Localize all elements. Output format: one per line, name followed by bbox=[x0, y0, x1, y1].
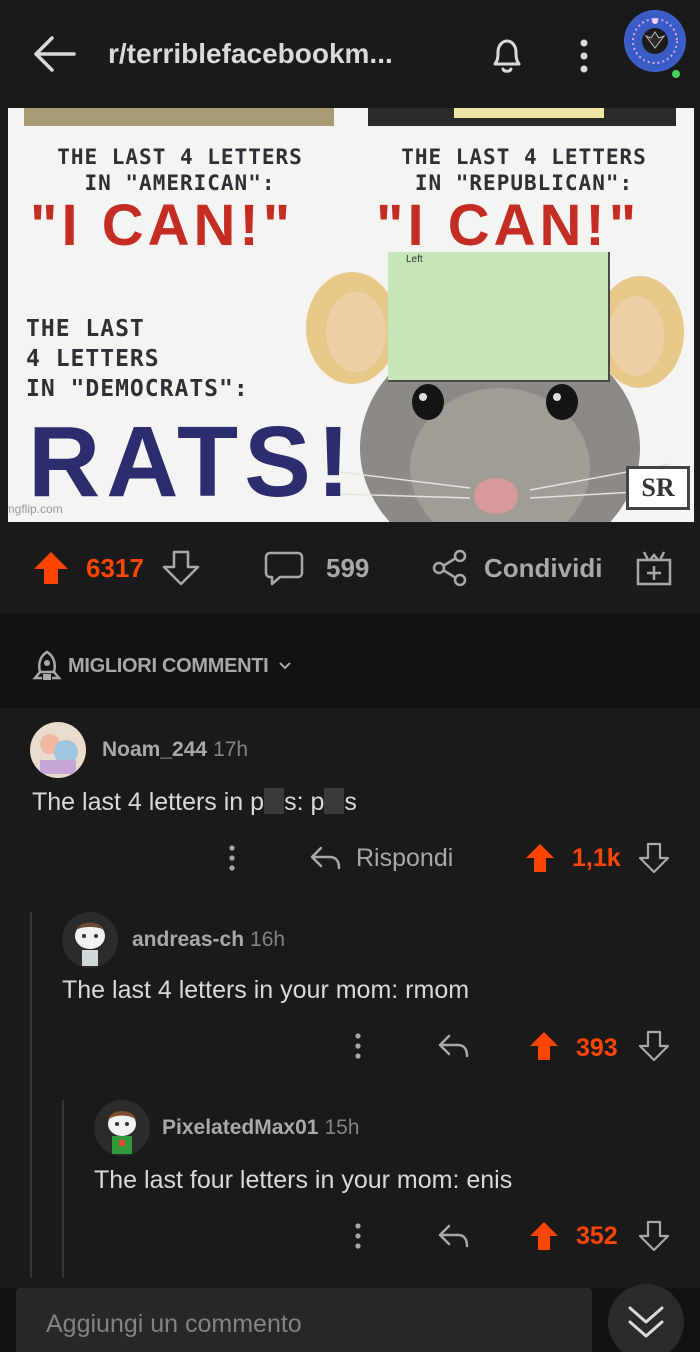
next-comment-button[interactable] bbox=[608, 1284, 684, 1352]
more-vertical-icon bbox=[580, 39, 588, 73]
post-image[interactable]: THE LAST 4 LETTERS IN "AMERICAN": "I CAN… bbox=[0, 108, 700, 522]
censor-block bbox=[324, 788, 345, 814]
comment-count: 599 bbox=[326, 552, 370, 583]
comment-sort-dropdown[interactable]: MIGLIORI COMMENTI bbox=[32, 650, 292, 682]
avatar-noam-image bbox=[30, 722, 86, 778]
gift-icon bbox=[636, 551, 672, 586]
downvote-button[interactable] bbox=[162, 522, 200, 614]
upvote-arrow-icon bbox=[526, 844, 554, 872]
upvote-count: 6317 bbox=[86, 552, 144, 583]
comment-author[interactable]: PixelatedMax01 15h bbox=[162, 1116, 359, 1140]
comment-upvote-button[interactable] bbox=[528, 1220, 560, 1257]
add-comment-input[interactable] bbox=[16, 1288, 592, 1352]
notifications-button[interactable] bbox=[484, 32, 530, 78]
downvote-arrow-icon bbox=[638, 1030, 670, 1062]
online-status-dot bbox=[670, 68, 682, 80]
subreddit-title[interactable]: r/terriblefacebookm... bbox=[108, 38, 393, 70]
comment-vote-count: 1,1k bbox=[572, 844, 621, 872]
chevron-down-icon bbox=[279, 662, 292, 670]
comment-upvote-button[interactable] bbox=[528, 1030, 560, 1067]
comment-more-button[interactable] bbox=[344, 1030, 372, 1067]
sort-label: MIGLIORI COMMENTI bbox=[68, 654, 269, 677]
reply-label[interactable]: Rispondi bbox=[356, 844, 453, 873]
comment-composer-bar bbox=[0, 1288, 700, 1352]
comment-sort-bar: MIGLIORI COMMENTI bbox=[0, 614, 700, 708]
share-icon bbox=[432, 549, 467, 587]
bell-icon bbox=[493, 39, 521, 73]
avatar-andreas-image bbox=[62, 912, 118, 968]
comment-body: The last four letters in your mom: enis bbox=[94, 1166, 513, 1194]
double-chevron-down-icon bbox=[628, 1306, 664, 1338]
reply-button[interactable] bbox=[308, 844, 342, 877]
meme-caption-republican: THE LAST 4 LETTERS IN "REPUBLICAN": bbox=[401, 145, 647, 195]
comment-author[interactable]: andreas-ch 16h bbox=[132, 928, 285, 952]
downvote-arrow-icon bbox=[162, 550, 200, 586]
meme-caption-democrats: THE LAST 4 LETTERS IN "DEMOCRATS": bbox=[26, 316, 249, 402]
avatar-noam[interactable] bbox=[30, 722, 86, 778]
comment-vote-count: 393 bbox=[576, 1034, 618, 1062]
meme-caption-american: THE LAST 4 LETTERS IN "AMERICAN": bbox=[57, 145, 303, 195]
share-button[interactable]: Condividi bbox=[430, 522, 602, 614]
avatar-pixelatedmax[interactable] bbox=[94, 1100, 150, 1156]
image-strip-left bbox=[24, 108, 334, 126]
comment-downvote-button[interactable] bbox=[638, 1220, 670, 1257]
arrow-left-icon bbox=[34, 36, 76, 72]
image-strip-right bbox=[368, 108, 676, 126]
comment-time: 15h bbox=[324, 1116, 360, 1139]
reply-arrow-icon bbox=[438, 1224, 469, 1248]
reply-arrow-icon bbox=[310, 846, 341, 870]
reply-button[interactable] bbox=[436, 1032, 470, 1065]
comment-more-button[interactable] bbox=[344, 1220, 372, 1257]
avatar-emblem-icon bbox=[626, 12, 684, 70]
comment-body: The last 4 letters in your mom: rmom bbox=[62, 976, 470, 1004]
more-vertical-icon bbox=[355, 1223, 361, 1249]
more-vertical-icon bbox=[355, 1033, 361, 1059]
meme-punchline-rats: RATS! bbox=[28, 406, 357, 518]
comment-more-button[interactable] bbox=[218, 842, 246, 879]
avatar-andreas[interactable] bbox=[62, 912, 118, 968]
comment-downvote-button[interactable] bbox=[638, 842, 670, 879]
comment-bubble-icon bbox=[264, 551, 304, 586]
more-options-button[interactable] bbox=[566, 34, 602, 78]
thread-line[interactable] bbox=[30, 912, 32, 1278]
comment-author[interactable]: Noam_244 17h bbox=[102, 738, 248, 762]
comment-body: The last 4 letters in p s: ps bbox=[32, 788, 357, 816]
user-avatar[interactable] bbox=[624, 10, 686, 72]
upvote-arrow-icon bbox=[34, 552, 68, 584]
comment-time: 16h bbox=[250, 928, 286, 951]
meme-punchline-left: "I CAN!" bbox=[30, 193, 295, 258]
avatar-pixelatedmax-image bbox=[94, 1100, 150, 1156]
image-border-left bbox=[0, 108, 8, 522]
meme-punchline-right: "I CAN!" bbox=[376, 193, 641, 258]
rocket-icon bbox=[32, 650, 62, 680]
reply-arrow-icon bbox=[438, 1034, 469, 1058]
downvote-arrow-icon bbox=[638, 1220, 670, 1252]
sticky-note-label: Left bbox=[406, 254, 423, 265]
thread-line[interactable] bbox=[62, 1100, 64, 1278]
comment-vote-count: 352 bbox=[576, 1222, 618, 1250]
upvote-arrow-icon bbox=[530, 1032, 558, 1060]
upvote-arrow-icon bbox=[530, 1222, 558, 1250]
censor-block bbox=[264, 788, 285, 814]
award-button[interactable] bbox=[634, 522, 674, 614]
share-label: Condividi bbox=[484, 552, 603, 583]
top-bar: r/terriblefacebookm... bbox=[0, 0, 700, 108]
comments-section: Noam_244 17h The last 4 letters in p s: ps… bbox=[0, 708, 700, 1288]
upvote-button[interactable] bbox=[32, 522, 70, 614]
comments-button[interactable]: 599 bbox=[264, 522, 369, 614]
post-action-bar: 6317 599 Condividi bbox=[0, 522, 700, 614]
downvote-arrow-icon bbox=[638, 842, 670, 874]
more-vertical-icon bbox=[229, 845, 235, 871]
reply-button[interactable] bbox=[436, 1222, 470, 1255]
comment-time: 17h bbox=[213, 738, 249, 761]
image-border-right bbox=[694, 108, 700, 522]
back-button[interactable] bbox=[30, 32, 78, 76]
sr-logo: SR bbox=[626, 466, 690, 510]
imgflip-watermark: imgflip.com bbox=[2, 502, 63, 516]
comment-upvote-button[interactable] bbox=[524, 842, 556, 879]
comment-downvote-button[interactable] bbox=[638, 1030, 670, 1067]
sticky-note-overlay: Left bbox=[388, 252, 610, 382]
